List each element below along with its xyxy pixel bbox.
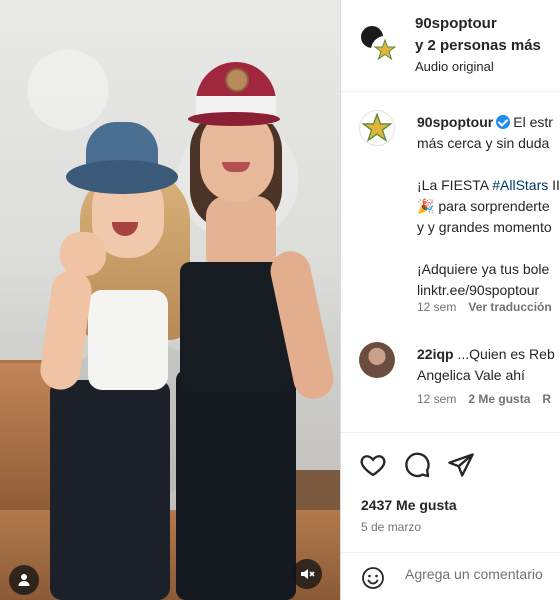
smiley-icon[interactable]: [361, 566, 385, 590]
comment-input[interactable]: [405, 566, 560, 582]
comment-icon[interactable]: [403, 451, 431, 479]
tagged-users-button[interactable]: [9, 565, 39, 595]
muted-speaker-icon: [301, 569, 315, 579]
caption-line: ¡Adquiere ya tus bole: [417, 261, 550, 277]
caption-line: ¡La FIESTA #AllStars II: [417, 175, 560, 196]
comment-meta: 12 sem 2 Me gusta R: [417, 392, 551, 406]
comment-fragment: ...Quien es Reb: [453, 346, 555, 362]
mute-button[interactable]: [292, 559, 322, 589]
verified-badge-icon: [496, 115, 511, 129]
caption-fragment: ¡La FIESTA: [417, 177, 493, 193]
caption-time: 12 sem: [417, 300, 457, 314]
comment-time: 12 sem: [417, 392, 457, 406]
avatar[interactable]: [359, 110, 395, 146]
cap-bill: [188, 112, 280, 126]
cap-patch: [225, 68, 249, 92]
likes-count[interactable]: 2437 Me gusta: [361, 497, 457, 513]
heart-icon[interactable]: [359, 451, 387, 479]
audio-link[interactable]: Audio original: [415, 59, 494, 74]
comment-line: Angelica Vale ahí: [417, 367, 525, 383]
action-bar: 2437 Me gusta 5 de marzo: [341, 432, 560, 542]
collab-avatars[interactable]: [359, 24, 399, 64]
comment-composer: [341, 552, 560, 600]
caption-fragment: El estr: [513, 114, 553, 130]
caption-gap: [417, 154, 560, 175]
translate-link[interactable]: Ver traducción: [468, 300, 551, 314]
hashtag-link[interactable]: #AllStars: [492, 177, 548, 193]
avatar: [371, 36, 399, 64]
comment-likes[interactable]: 2 Me gusta: [468, 392, 530, 406]
right-person-pants: [176, 370, 296, 600]
caption-meta: 12 sem Ver traducción: [417, 300, 552, 314]
caption-fragment: II: [548, 177, 560, 193]
post-date[interactable]: 5 de marzo: [361, 520, 421, 534]
caption-gap: [417, 238, 560, 259]
post-panel: 90spoptour y 2 personas más Audio origin…: [340, 0, 560, 600]
reply-button[interactable]: R: [542, 392, 551, 406]
pointing-hand: [60, 232, 106, 276]
collaborators-link[interactable]: y 2 personas más: [415, 37, 541, 54]
caption-line: 90spoptour El estr: [417, 112, 560, 133]
star-logo-icon: [374, 39, 396, 61]
caption-block: 90spoptour El estr más cerca y sin duda ¡…: [341, 92, 560, 432]
avatar[interactable]: [359, 342, 395, 378]
left-person-pants: [50, 380, 170, 600]
send-icon[interactable]: [447, 451, 475, 479]
comment-line: 22iqp ...Quien es Reb: [417, 344, 560, 365]
caption-link-line[interactable]: linktr.ee/90spoptour: [417, 280, 560, 301]
post-media[interactable]: [0, 0, 340, 600]
star-logo-icon: [362, 113, 392, 142]
caption-line: 🎉 para sorprenderte: [417, 198, 550, 214]
caption-line: más cerca y sin duda: [417, 135, 550, 151]
caption-text: 90spoptour El estr más cerca y sin duda ¡…: [417, 112, 560, 301]
post-header: 90spoptour y 2 personas más Audio origin…: [341, 0, 560, 92]
hat-brim: [66, 160, 178, 194]
comment-text: 22iqp ...Quien es Reb Angelica Vale ahí: [417, 344, 560, 386]
left-person-top: [88, 290, 168, 390]
user-icon: [18, 574, 30, 586]
caption-line: y y grandes momento: [417, 219, 552, 235]
header-username[interactable]: 90spoptour: [415, 15, 497, 32]
caption-username[interactable]: 90spoptour: [417, 114, 493, 130]
comment-username[interactable]: 22iqp: [417, 346, 454, 362]
